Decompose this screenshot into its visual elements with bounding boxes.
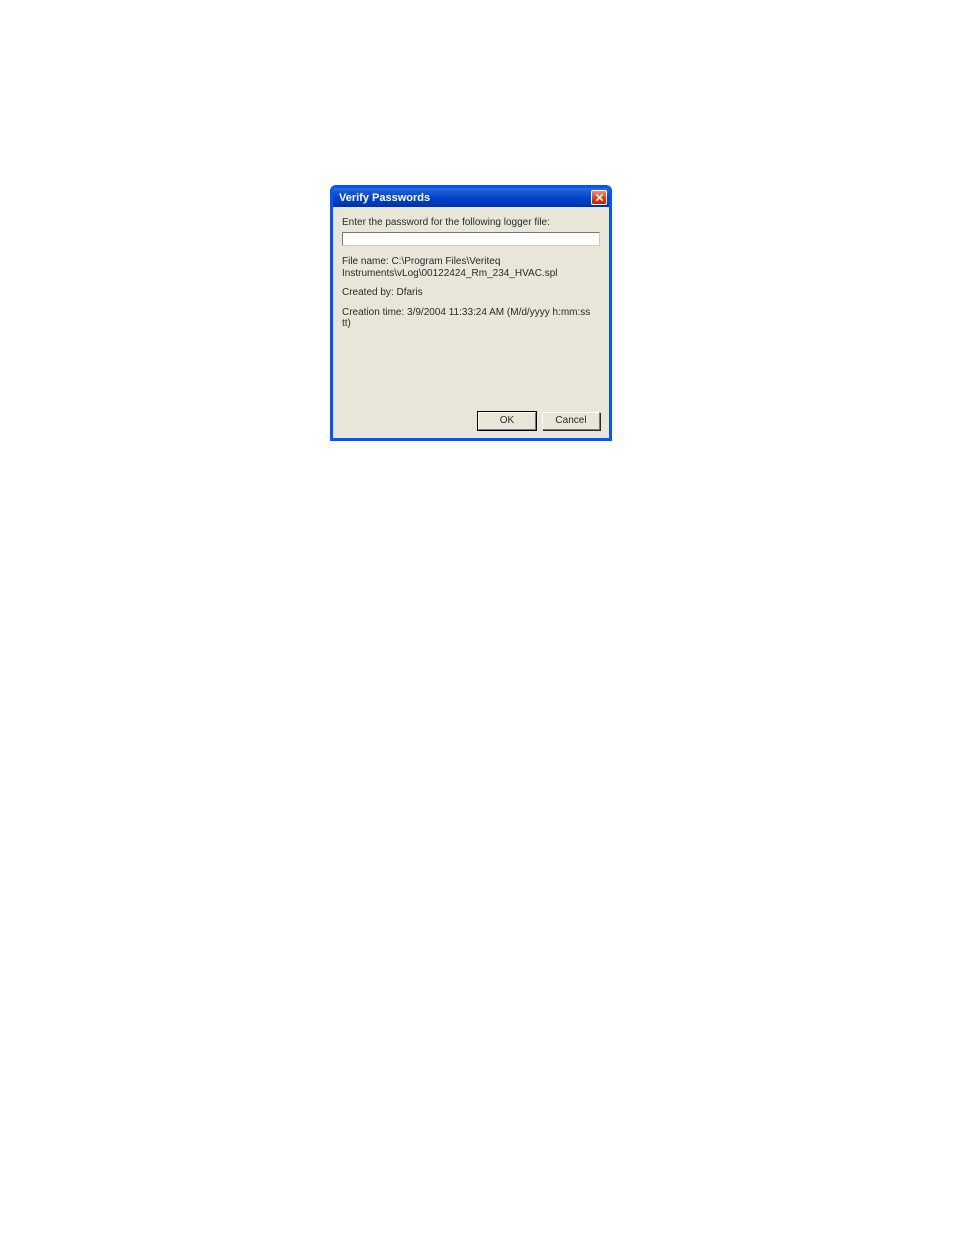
password-input[interactable] xyxy=(342,232,600,246)
dialog-body: Enter the password for the following log… xyxy=(333,207,609,438)
close-button[interactable] xyxy=(591,190,607,205)
spacer xyxy=(342,338,600,408)
verify-passwords-dialog: Verify Passwords Enter the password for … xyxy=(330,185,612,441)
button-row: OK Cancel xyxy=(342,408,600,430)
prompt-label: Enter the password for the following log… xyxy=(342,217,600,229)
close-icon xyxy=(595,193,604,202)
creation-time-label: Creation time: 3/9/2004 11:33:24 AM (M/d… xyxy=(342,307,600,330)
cancel-button[interactable]: Cancel xyxy=(542,412,600,430)
created-by-label: Created by: Dfaris xyxy=(342,287,600,299)
dialog-title: Verify Passwords xyxy=(339,192,430,204)
ok-button[interactable]: OK xyxy=(478,412,536,430)
titlebar[interactable]: Verify Passwords xyxy=(333,188,609,207)
filename-label: File name: C:\Program Files\Veriteq Inst… xyxy=(342,256,600,279)
